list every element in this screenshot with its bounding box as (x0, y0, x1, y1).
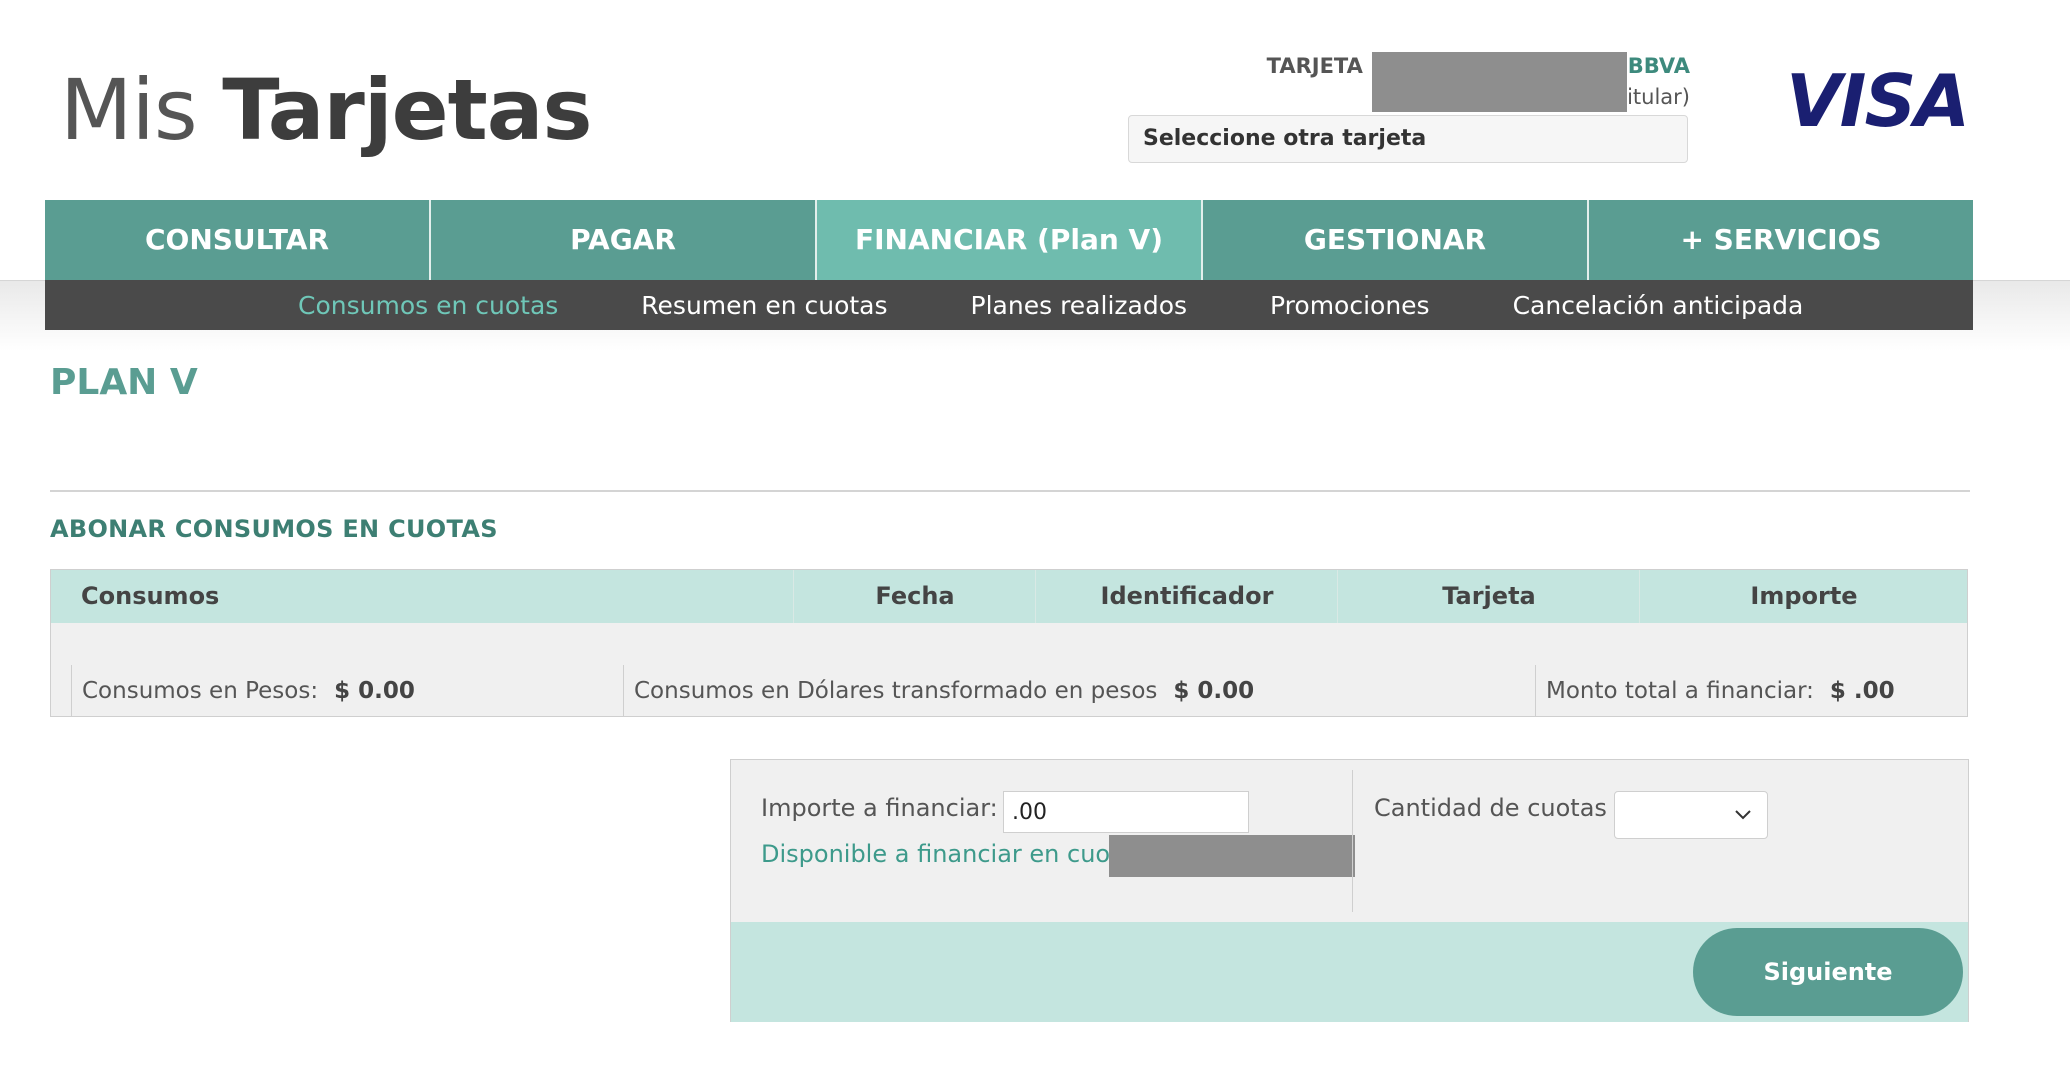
total-dolares-cell: Consumos en Dólares transformado en peso… (623, 665, 1535, 717)
column-header-identificador: Identificador (1035, 570, 1338, 623)
subnav-cancelacion-anticipada[interactable]: Cancelación anticipada (1513, 291, 1804, 320)
section-title: ABONAR CONSUMOS EN CUOTAS (50, 515, 498, 543)
column-header-importe: Importe (1639, 570, 1968, 623)
divider (50, 490, 1970, 492)
visa-logo-text: VISA (1786, 60, 1968, 140)
nav-consultar[interactable]: CONSULTAR (45, 200, 431, 280)
column-header-tarjeta: Tarjeta (1337, 570, 1640, 623)
column-header-fecha: Fecha (793, 570, 1036, 623)
consumos-table: Consumos Fecha Identificador Tarjeta Imp… (50, 569, 1968, 717)
next-button[interactable]: Siguiente (1693, 928, 1963, 1016)
sub-nav: Consumos en cuotas Resumen en cuotas Pla… (45, 280, 1973, 330)
main-nav: CONSULTAR PAGAR FINANCIAR (Plan V) GESTI… (45, 200, 1973, 280)
app-logo: Mis Tarjetas (60, 60, 592, 160)
subnav-consumos-en-cuotas[interactable]: Consumos en cuotas (298, 291, 558, 320)
disponible-label: Disponible a financiar en cuotas: (761, 840, 1155, 868)
cuotas-label: Cantidad de cuotas (1374, 794, 1607, 822)
redacted-card-number (1372, 52, 1627, 112)
table-header: Consumos Fecha Identificador Tarjeta Imp… (51, 570, 1967, 623)
column-header-consumos: Consumos (81, 582, 220, 610)
cuotas-select[interactable] (1614, 791, 1768, 839)
card-holder-type: itular) (1627, 85, 1690, 109)
nav-gestionar[interactable]: GESTIONAR (1203, 200, 1589, 280)
nav-servicios[interactable]: + SERVICIOS (1589, 200, 1973, 280)
total-pesos-label: Consumos en Pesos: (82, 678, 319, 704)
subnav-planes-realizados[interactable]: Planes realizados (971, 291, 1188, 320)
financing-form: Importe a financiar: $ Disponible a fina… (730, 759, 1969, 1022)
select-other-card-dropdown[interactable]: Seleccione otra tarjeta (1128, 115, 1688, 163)
logo-text-bold: Tarjetas (222, 61, 592, 159)
redacted-disponible-value (1109, 835, 1355, 877)
nav-pagar[interactable]: PAGAR (431, 200, 817, 280)
total-dolares-label: Consumos en Dólares transformado en peso… (634, 678, 1158, 704)
total-pesos-cell: Consumos en Pesos: $ 0.00 (71, 665, 623, 717)
subnav-resumen-en-cuotas[interactable]: Resumen en cuotas (641, 291, 887, 320)
form-separator (1352, 770, 1353, 912)
chevron-down-icon (1735, 810, 1751, 820)
card-bank-name: BBVA (1627, 54, 1690, 78)
total-dolares-value: $ 0.00 (1173, 678, 1255, 704)
total-financiar-value: $ .00 (1829, 678, 1895, 704)
logo-text-light: Mis (60, 61, 223, 159)
card-info: TARJETA Nº: BBVA itular) (1180, 48, 1690, 118)
totals-row: Consumos en Pesos: $ 0.00 Consumos en Dól… (51, 665, 1967, 717)
importe-label: Importe a financiar: $ (761, 794, 1021, 822)
total-financiar-cell: Monto total a financiar: $ .00 (1535, 665, 1967, 717)
importe-input[interactable] (1003, 791, 1249, 833)
total-pesos-value: $ 0.00 (334, 678, 415, 704)
total-financiar-label: Monto total a financiar: (1546, 678, 1814, 704)
visa-logo: VISA (1786, 60, 1970, 140)
subnav-promociones[interactable]: Promociones (1270, 291, 1430, 320)
nav-financiar[interactable]: FINANCIAR (Plan V) (817, 200, 1203, 280)
page-title: PLAN V (50, 362, 198, 403)
